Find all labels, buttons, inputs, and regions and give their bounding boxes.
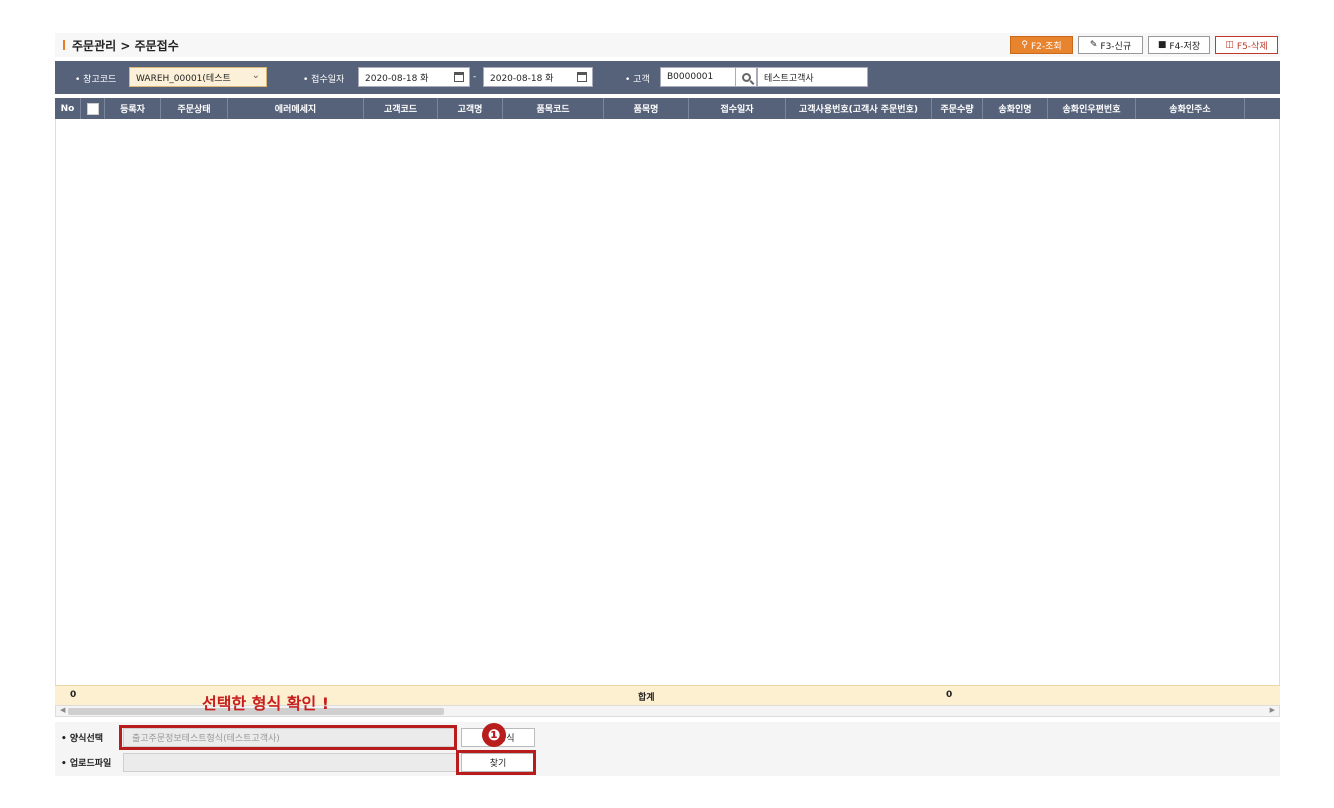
floppy-disk-icon: ■ [1157,40,1167,50]
date-separator: - [473,72,477,82]
column-header-registrant[interactable]: 등록자 [105,98,161,119]
grid-body [55,119,1280,685]
column-header-no[interactable]: No [55,98,81,119]
column-header-customer-name[interactable]: 고객명 [438,98,503,119]
upload-file-label: • 업로드파일 [61,759,112,769]
customer-name-input[interactable]: 테스트고객사 [757,67,868,87]
column-header-customer-order-no[interactable]: 고객사용번호(고객사 주문번호) [786,98,932,119]
total-label: 합계 [638,693,655,703]
column-header-item-name[interactable]: 품목명 [604,98,689,119]
column-header-shipper-name[interactable]: 송화인명 [983,98,1048,119]
customer-search-button[interactable] [735,67,757,87]
chevron-down-icon: ⌄ [251,70,260,81]
customer-code-input[interactable]: B0000001 [660,67,736,87]
total-qty: 0 [946,690,953,700]
step-marker: ❶ [482,723,506,747]
search-button-label: F2-조회 [1030,41,1062,52]
search-button[interactable]: ⚲ F2-조회 [1010,36,1073,54]
form-select-label: • 양식선택 [61,734,104,744]
delete-button-label: F5-삭제 [1236,41,1268,52]
search-icon: ⚲ [1021,40,1028,50]
grid-header: No 등록자 주문상태 에러메세지 고객코드 고객명 품목코드 품목명 접수일자… [55,98,1280,119]
delete-button[interactable]: ◫ F5-삭제 [1215,36,1278,54]
title-bar: 주문관리 > 주문접수 ⚲ F2-조회 ✎ F3-신규 ■ F4-저장 ◫ F5… [55,33,1280,57]
filter-bar: • 창고코드 WAREH_00001(테스트 ⌄ • 접수일자 2020-08-… [55,61,1280,94]
new-button[interactable]: ✎ F3-신규 [1078,36,1143,54]
date-to-value: 2020-08-18 화 [490,73,554,84]
customer-label: • 고객 [625,75,650,85]
warehouse-select[interactable]: WAREH_00001(테스트 ⌄ [129,67,267,87]
browse-highlight-box [456,750,536,775]
total-count: 0 [70,690,77,700]
scroll-right-icon[interactable]: ▶ [1270,706,1275,714]
column-header-order-qty[interactable]: 주문수량 [932,98,983,119]
form-highlight-box [119,725,457,750]
column-header-select-all[interactable] [81,98,105,119]
title-marker [63,40,65,50]
customer-code-value: B0000001 [667,72,714,82]
trash-icon: ◫ [1225,40,1234,50]
warehouse-label: • 창고코드 [75,75,117,85]
column-header-error-message[interactable]: 에러메세지 [228,98,364,119]
column-header-shipper-address[interactable]: 송화인주소 [1136,98,1245,119]
scroll-left-icon[interactable]: ◀ [60,706,65,714]
calendar-icon[interactable] [454,72,464,82]
annotation-text: 선택한 형식 확인 ! [202,694,330,713]
upload-file-field[interactable] [123,753,457,772]
column-header-item-code[interactable]: 품목코드 [503,98,604,119]
search-icon [741,72,751,82]
customer-name-value: 테스트고객사 [764,73,814,84]
date-from-input[interactable]: 2020-08-18 화 [358,67,470,87]
calendar-icon[interactable] [577,72,587,82]
date-label: • 접수일자 [303,75,345,85]
warehouse-select-value: WAREH_00001(테스트 [136,73,231,84]
date-from-value: 2020-08-18 화 [365,73,429,84]
column-header-shipper-zip[interactable]: 송화인우편번호 [1048,98,1136,119]
date-to-input[interactable]: 2020-08-18 화 [483,67,593,87]
column-header-order-status[interactable]: 주문상태 [161,98,228,119]
edit-icon: ✎ [1089,40,1098,50]
column-header-customer-code[interactable]: 고객코드 [364,98,438,119]
save-button-label: F4-저장 [1169,41,1201,52]
select-all-checkbox[interactable] [86,102,99,115]
new-button-label: F3-신규 [1100,41,1132,52]
page-title: 주문관리 > 주문접수 [72,39,179,53]
save-button[interactable]: ■ F4-저장 [1148,36,1210,54]
column-header-received-date[interactable]: 접수일자 [689,98,786,119]
